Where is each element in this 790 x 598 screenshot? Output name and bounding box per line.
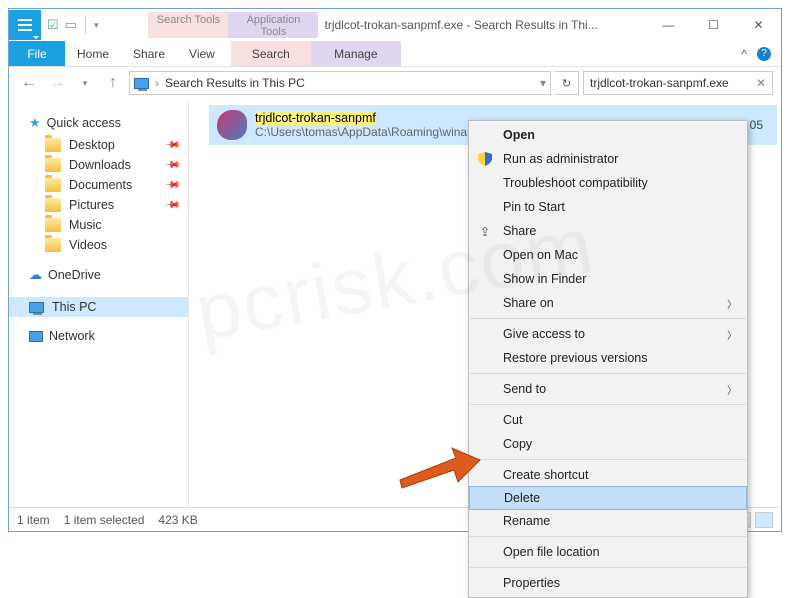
maximize-button[interactable]: ☐ bbox=[691, 10, 736, 40]
cm-pin-to-start[interactable]: Pin to Start bbox=[469, 195, 747, 219]
cm-copy[interactable]: Copy bbox=[469, 432, 747, 456]
file-date-fragment: 05 bbox=[750, 118, 769, 132]
tab-share[interactable]: Share bbox=[121, 41, 177, 66]
sidebar-onedrive[interactable]: ☁OneDrive bbox=[9, 265, 188, 287]
tab-view[interactable]: View bbox=[177, 41, 227, 66]
search-tools-header: Search Tools bbox=[148, 12, 228, 38]
minimize-button[interactable]: — bbox=[646, 10, 691, 40]
application-icon bbox=[217, 110, 247, 140]
new-folder-icon[interactable]: ▭ bbox=[65, 17, 77, 33]
quick-access-toolbar: ☑ ▭ ▾ bbox=[47, 16, 98, 34]
shield-icon bbox=[477, 151, 493, 167]
help-icon[interactable]: ? bbox=[757, 47, 771, 61]
pin-icon: 📌 bbox=[163, 197, 180, 214]
status-selected: 1 item selected bbox=[64, 513, 145, 527]
cm-show-in-finder[interactable]: Show in Finder bbox=[469, 267, 747, 291]
search-value: trjdlcot-trokan-sanpmf.exe bbox=[590, 76, 729, 90]
sidebar-item-pictures[interactable]: Pictures📌 bbox=[9, 195, 188, 215]
cm-properties[interactable]: Properties bbox=[469, 571, 747, 595]
sidebar-quick-access[interactable]: ★Quick access bbox=[9, 113, 188, 135]
cm-share-on[interactable]: Share on〉 bbox=[469, 291, 747, 315]
ribbon-tabs: File Home Share View Search Manage ^ ? bbox=[9, 41, 781, 67]
chevron-right-icon: 〉 bbox=[727, 327, 737, 342]
share-icon: ⇪ bbox=[477, 223, 493, 239]
forward-button[interactable]: → bbox=[45, 71, 69, 95]
file-name: trjdlcot-trokan-sanpmf bbox=[255, 111, 376, 125]
sidebar-item-documents[interactable]: Documents📌 bbox=[9, 175, 188, 195]
star-icon: ★ bbox=[29, 115, 41, 131]
tab-manage[interactable]: Manage bbox=[311, 41, 401, 66]
app-menu-icon[interactable] bbox=[9, 10, 41, 40]
close-button[interactable]: ✕ bbox=[736, 10, 781, 40]
search-input[interactable]: trjdlcot-trokan-sanpmf.exe ✕ bbox=[583, 71, 773, 95]
chevron-right-icon: 〉 bbox=[727, 382, 737, 397]
cm-create-shortcut[interactable]: Create shortcut bbox=[469, 463, 747, 487]
pin-icon: 📌 bbox=[163, 177, 180, 194]
recent-locations-icon[interactable]: ▾ bbox=[73, 71, 97, 95]
pin-icon: 📌 bbox=[163, 137, 180, 154]
cm-troubleshoot-compatibility[interactable]: Troubleshoot compatibility bbox=[469, 171, 747, 195]
file-path: C:\Users\tomas\AppData\Roaming\winapp bbox=[255, 125, 480, 139]
status-item-count: 1 item bbox=[17, 513, 50, 527]
folder-icon bbox=[45, 158, 61, 172]
properties-icon[interactable]: ☑ bbox=[47, 17, 59, 33]
cm-delete[interactable]: Delete bbox=[469, 486, 747, 510]
cloud-icon: ☁ bbox=[29, 267, 42, 283]
cm-restore-previous-versions[interactable]: Restore previous versions bbox=[469, 346, 747, 370]
back-button[interactable]: ← bbox=[17, 71, 41, 95]
sidebar-item-music[interactable]: Music bbox=[9, 215, 188, 235]
cm-give-access-to[interactable]: Give access to〉 bbox=[469, 322, 747, 346]
address-dropdown-icon[interactable]: ▾ bbox=[540, 76, 546, 90]
cm-share[interactable]: ⇪ Share bbox=[469, 219, 747, 243]
cm-cut[interactable]: Cut bbox=[469, 408, 747, 432]
qat-dropdown-icon[interactable]: ▾ bbox=[94, 20, 99, 31]
sidebar-network[interactable]: Network bbox=[9, 327, 188, 347]
cm-open-on-mac[interactable]: Open on Mac bbox=[469, 243, 747, 267]
cm-open[interactable]: Open bbox=[469, 123, 747, 147]
sidebar-item-videos[interactable]: Videos bbox=[9, 235, 188, 255]
network-icon bbox=[29, 331, 43, 342]
refresh-button[interactable]: ↻ bbox=[555, 71, 579, 95]
ribbon-expand-icon[interactable]: ^ bbox=[741, 47, 747, 61]
folder-icon bbox=[45, 178, 61, 192]
cm-rename[interactable]: Rename bbox=[469, 509, 747, 533]
navigation-pane: ★Quick access Desktop📌 Downloads📌 Docume… bbox=[9, 99, 189, 507]
tab-file[interactable]: File bbox=[9, 41, 65, 66]
sidebar-item-downloads[interactable]: Downloads📌 bbox=[9, 155, 188, 175]
window-title: trjdlcot-trokan-sanpmf.exe - Search Resu… bbox=[318, 18, 646, 32]
address-path: Search Results in This PC bbox=[165, 76, 305, 90]
folder-icon bbox=[45, 138, 61, 152]
view-large-icons-button[interactable] bbox=[755, 512, 773, 528]
tab-search[interactable]: Search bbox=[231, 41, 311, 66]
cm-send-to[interactable]: Send to〉 bbox=[469, 377, 747, 401]
address-bar: ← → ▾ ↑ › Search Results in This PC ▾ ↻ … bbox=[9, 67, 781, 99]
titlebar: ☑ ▭ ▾ Search Tools Application Tools trj… bbox=[9, 9, 781, 41]
folder-icon bbox=[45, 198, 61, 212]
context-menu: Open Run as administrator Troubleshoot c… bbox=[468, 120, 748, 598]
folder-icon bbox=[45, 218, 61, 232]
thispc-icon bbox=[134, 78, 149, 89]
sidebar-thispc[interactable]: This PC bbox=[9, 297, 188, 317]
status-size: 423 KB bbox=[158, 513, 197, 527]
cm-run-as-administrator[interactable]: Run as administrator bbox=[469, 147, 747, 171]
up-button[interactable]: ↑ bbox=[101, 71, 125, 95]
pin-icon: 📌 bbox=[163, 157, 180, 174]
thispc-icon bbox=[29, 302, 44, 313]
cm-open-file-location[interactable]: Open file location bbox=[469, 540, 747, 564]
tab-home[interactable]: Home bbox=[65, 41, 121, 66]
folder-icon bbox=[45, 238, 61, 252]
sidebar-item-desktop[interactable]: Desktop📌 bbox=[9, 135, 188, 155]
address-input[interactable]: › Search Results in This PC ▾ bbox=[129, 71, 551, 95]
application-tools-header: Application Tools bbox=[228, 12, 318, 38]
chevron-right-icon: 〉 bbox=[727, 296, 737, 311]
clear-search-icon[interactable]: ✕ bbox=[756, 76, 766, 90]
